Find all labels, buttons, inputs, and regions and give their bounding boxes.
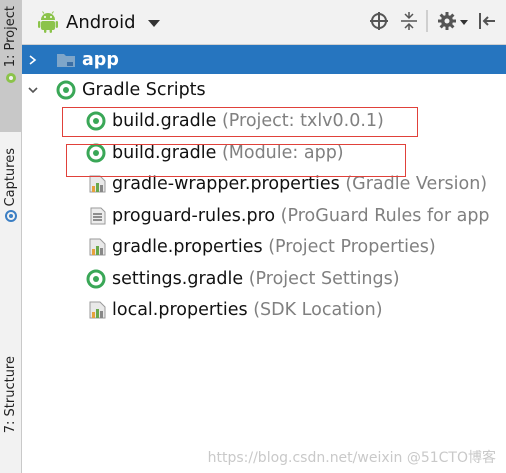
chevron-right-icon[interactable] [28,54,38,65]
file-label: proguard-rules.pro (ProGuard Rules for a… [112,206,490,226]
file-hint: (Project Settings) [248,268,400,289]
chevron-down-icon [147,19,160,27]
project-tree: app Gradle Scripts build.gradle (Project… [22,45,506,326]
file-name: proguard-rules.pro [112,205,276,226]
tree-file-local-properties[interactable]: local.properties (SDK Location) [22,295,506,327]
tool-window-strip: 1: Project Captures 7: Structure [0,0,22,473]
captures-tab-label: Captures [3,148,18,207]
properties-icon [89,175,106,193]
file-hint: (ProGuard Rules for app [280,205,490,226]
gradle-icon [56,80,76,100]
file-label: gradle-wrapper.properties (Gradle Versio… [112,174,487,194]
chevron-down-icon[interactable] [28,85,38,95]
project-panel-header: Android [22,0,506,45]
toolbar-actions [360,10,498,32]
tree-node-app[interactable]: app [22,45,506,74]
file-label: local.properties (SDK Location) [112,300,383,320]
view-mode-dropdown[interactable]: Android [66,12,160,33]
module-folder-icon [57,53,75,67]
tree-file-settings-gradle[interactable]: settings.gradle (Project Settings) [22,263,506,295]
structure-tool-tab[interactable]: 7: Structure [0,356,21,433]
tree-file-gradle-properties[interactable]: gradle.properties (Project Properties) [22,232,506,264]
properties-icon [89,238,106,256]
hide-icon[interactable] [476,10,498,32]
highlight-box-project-build [62,107,418,137]
tree-node-label: app [82,49,119,70]
view-mode-label: Android [66,11,136,33]
file-label: settings.gradle (Project Settings) [112,269,400,289]
file-label: gradle.properties (Project Properties) [112,237,436,257]
watermark: https://blog.csdn.net/weixin @51CTO博客 [207,450,496,466]
target-icon[interactable] [368,10,390,32]
file-name: local.properties [112,300,248,321]
structure-tab-label: 7: Structure [3,356,18,434]
file-name: gradle.properties [112,237,263,258]
android-icon [38,11,58,33]
properties-icon [89,301,106,319]
highlight-box-module-build [66,144,406,177]
collapse-icon[interactable] [398,10,420,32]
camera-icon [4,210,17,223]
settings-chevron-icon[interactable] [460,19,468,25]
gear-icon[interactable] [436,10,458,32]
captures-tool-tab[interactable]: Captures [0,148,21,223]
file-hint: (SDK Location) [253,300,383,321]
tree-node-label: Gradle Scripts [82,79,206,100]
file-name: settings.gradle [112,268,244,289]
project-tab-label: 1: Project [3,6,18,68]
android-small-icon [5,73,16,84]
file-name: gradle-wrapper.properties [112,174,340,195]
tree-file-proguard-rules[interactable]: proguard-rules.pro (ProGuard Rules for a… [22,200,506,232]
text-file-icon [90,207,106,225]
toolbar-divider [426,10,428,32]
tree-node-gradle-scripts[interactable]: Gradle Scripts [22,74,506,106]
file-hint: (Project Properties) [268,237,436,258]
project-tool-tab[interactable]: 1: Project [0,0,21,132]
gradle-icon [86,269,106,289]
file-hint: (Gradle Version) [345,174,488,195]
